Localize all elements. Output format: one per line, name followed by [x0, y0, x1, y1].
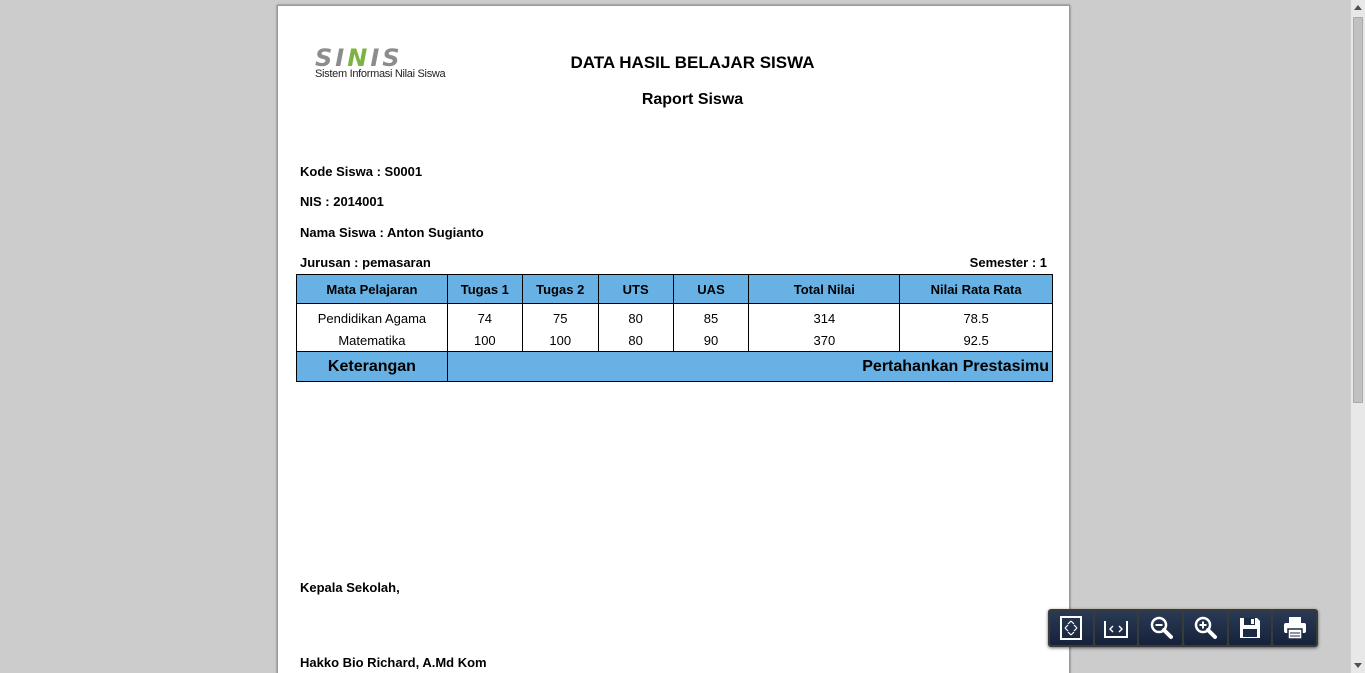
signature-name: Hakko Bio Richard, A.Md Kom	[300, 655, 487, 670]
print-button[interactable]	[1273, 611, 1317, 645]
footer-label: Keterangan	[296, 351, 448, 382]
cell-subject: Pendidikan Agama	[296, 303, 448, 329]
cell-tugas2: 100	[521, 329, 599, 352]
report-page: SINIS Sistem Informasi Nilai Siswa DATA …	[277, 5, 1070, 673]
zoom-in-button[interactable]	[1184, 611, 1227, 645]
fit-width-icon	[1104, 621, 1128, 638]
report-subtitle: Raport Siswa	[641, 91, 744, 108]
table-row: Pendidikan Agama 74 75 80 85 314 78.5	[296, 303, 1053, 329]
cell-uts: 80	[597, 329, 674, 352]
grades-table: Mata Pelajaran Tugas 1 Tugas 2 UTS UAS T…	[296, 274, 1054, 382]
zoom-out-button[interactable]	[1139, 611, 1183, 645]
scroll-thumb[interactable]	[1353, 17, 1363, 403]
scroll-down-arrow-icon[interactable]	[1354, 663, 1362, 668]
save-button[interactable]	[1228, 611, 1272, 645]
student-nis: NIS : 2014001	[300, 194, 384, 209]
footer-remark: Pertahankan Prestasimu	[446, 351, 1054, 382]
viewer-toolbar	[1048, 609, 1318, 647]
signature-label: Kepala Sekolah,	[300, 580, 400, 595]
pdf-viewer: SINIS Sistem Informasi Nilai Siswa DATA …	[0, 0, 1365, 673]
student-code: Kode Siswa : S0001	[300, 164, 423, 179]
header-subject: Mata Pelajaran	[296, 274, 448, 304]
save-icon	[1240, 618, 1261, 638]
print-icon	[1283, 617, 1306, 640]
cell-average: 78.5	[899, 303, 1053, 329]
header-tugas1: Tugas 1	[446, 274, 523, 304]
header-uts: UTS	[597, 274, 674, 304]
fit-width-button[interactable]	[1094, 611, 1138, 645]
cell-uts: 80	[597, 303, 674, 329]
cell-total: 370	[748, 329, 901, 352]
cell-uas: 90	[672, 329, 750, 352]
zoom-in-icon	[1195, 616, 1218, 639]
cell-tugas1: 100	[446, 329, 523, 352]
header-total: Total Nilai	[748, 274, 901, 304]
vertical-scrollbar[interactable]	[1350, 0, 1365, 673]
cell-average: 92.5	[899, 329, 1053, 352]
cell-uas: 85	[672, 303, 750, 329]
table-row: Matematika 100 100 80 90 370 92.5	[296, 329, 1053, 352]
student-major: Jurusan : pemasaran	[300, 255, 431, 270]
report-title: DATA HASIL BELAJAR SISWA	[570, 53, 815, 72]
cell-tugas2: 75	[521, 303, 599, 329]
header-tugas2: Tugas 2	[521, 274, 599, 304]
fit-page-icon	[1060, 616, 1083, 640]
table-header-row: Mata Pelajaran Tugas 1 Tugas 2 UTS UAS T…	[296, 274, 1053, 304]
fit-page-button[interactable]	[1050, 611, 1093, 645]
student-semester: Semester : 1	[969, 255, 1047, 270]
cell-tugas1: 74	[446, 303, 523, 329]
cell-total: 314	[748, 303, 901, 329]
header-average: Nilai Rata Rata	[899, 274, 1053, 304]
header-uas: UAS	[672, 274, 750, 304]
student-name: Nama Siswa : Anton Sugianto	[300, 225, 484, 240]
cell-subject: Matematika	[296, 329, 448, 352]
scroll-up-arrow-icon[interactable]	[1354, 5, 1362, 10]
table-footer-row: Keterangan Pertahankan Prestasimu	[296, 351, 1054, 382]
zoom-out-icon	[1150, 616, 1173, 639]
